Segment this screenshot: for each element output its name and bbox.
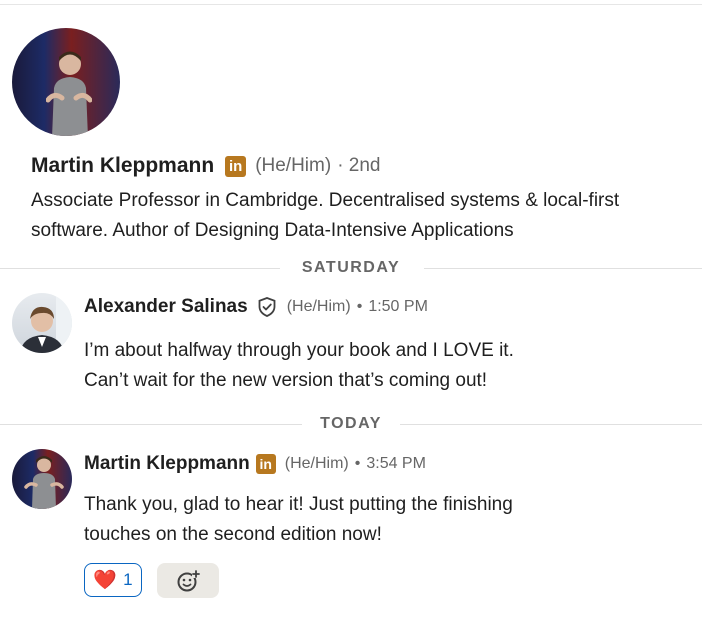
message-body: Thank you, glad to hear it! Just putting… (84, 490, 684, 550)
heart-reaction-button[interactable]: ❤️ 1 (84, 563, 142, 597)
connection-degree: · 2nd (337, 155, 381, 176)
linkedin-badge-icon: in (225, 155, 247, 177)
add-reaction-icon (177, 569, 200, 591)
message-header: Martin Kleppmann in (He/Him) • 3:54 PM (84, 453, 426, 475)
sender-avatar[interactable] (12, 449, 72, 509)
heart-icon: ❤️ (93, 570, 118, 591)
separator-dot: • (354, 455, 361, 472)
avatar-person-graphic (46, 51, 92, 136)
day-label: SATURDAY (301, 259, 401, 276)
reaction-count: 1 (123, 570, 133, 589)
message-time: 3:54 PM (366, 455, 426, 472)
profile-name[interactable]: Martin Kleppmann (31, 154, 214, 178)
sender-pronouns: (He/Him) (284, 455, 349, 472)
linkedin-badge-icon: in (255, 454, 276, 474)
avatar-person-graphic (20, 293, 72, 353)
sender-name[interactable]: Alexander Salinas (84, 296, 248, 318)
day-label: TODAY (320, 415, 382, 432)
profile-name-line: Martin Kleppmann in (He/Him) · 2nd (31, 154, 381, 178)
profile-avatar[interactable] (12, 28, 120, 136)
message-time: 1:50 PM (368, 298, 428, 315)
avatar-person-graphic (24, 456, 64, 509)
message-body: I’m about halfway through your book and … (84, 336, 684, 396)
profile-headline: Associate Professor in Cambridge. Decent… (31, 190, 620, 241)
sender-name[interactable]: Martin Kleppmann (84, 453, 250, 475)
sender-pronouns: (He/Him) (286, 298, 351, 315)
day-divider-saturday: SATURDAY (0, 259, 702, 279)
profile-pronouns: (He/Him) (255, 155, 332, 176)
message-header: Alexander Salinas (He/Him) • 1:50 PM (84, 296, 428, 318)
message-line: touches on the second edition now! (84, 524, 382, 545)
top-divider (0, 4, 702, 5)
sender-avatar[interactable] (12, 293, 72, 353)
day-divider-today: TODAY (0, 415, 702, 435)
message-line: Can’t wait for the new version that’s co… (84, 370, 488, 391)
message-line: I’m about halfway through your book and … (84, 340, 514, 361)
add-reaction-button[interactable] (157, 563, 219, 598)
separator-dot: • (356, 298, 363, 315)
verified-shield-icon (256, 296, 278, 318)
message-line: Thank you, glad to hear it! Just putting… (84, 494, 513, 515)
